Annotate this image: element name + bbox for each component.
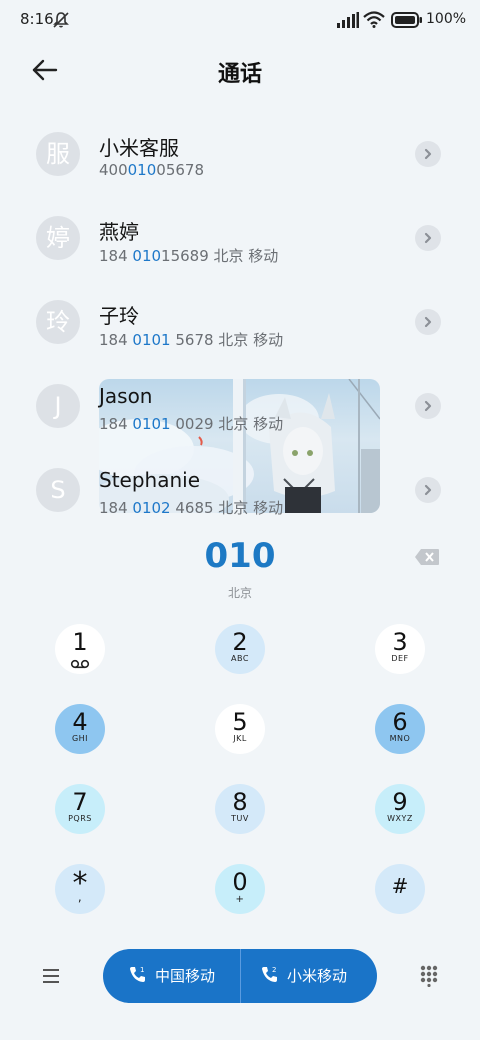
svg-text:2: 2 — [272, 966, 276, 974]
contact-detail-button[interactable] — [415, 225, 441, 251]
status-time: 8:16 — [20, 10, 54, 28]
call-button-group: 1 中国移动 2 小米移动 — [103, 949, 377, 1003]
avatar: S — [36, 468, 80, 512]
key-3[interactable]: 3 DEF — [375, 624, 425, 674]
contact-number: 184 0102 4685 北京 移动 — [99, 499, 284, 517]
avatar: 婷 — [36, 216, 80, 260]
battery-percent: 100% — [426, 11, 467, 27]
voicemail-icon — [70, 659, 90, 669]
avatar: J — [36, 384, 80, 428]
contact-detail-button[interactable] — [415, 141, 441, 167]
contact-name[interactable]: Jason — [99, 384, 153, 408]
battery-icon — [391, 12, 423, 32]
back-button[interactable] — [30, 56, 60, 84]
contact-detail-button[interactable] — [415, 393, 441, 419]
contact-name[interactable]: 燕婷 — [99, 216, 139, 245]
page-title: 通话 — [217, 62, 262, 87]
chevron-right-icon — [424, 484, 432, 496]
contact-number: 184 0101 0029 北京 移动 — [99, 415, 284, 433]
dialpad-toggle-button[interactable] — [419, 965, 439, 991]
phone-sim1-icon: 1 — [130, 966, 145, 982]
key-2[interactable]: 2 ABC — [215, 624, 265, 674]
menu-button[interactable] — [41, 967, 61, 989]
backspace-icon — [415, 549, 439, 565]
contact-name[interactable]: 子玲 — [99, 300, 139, 329]
avatar: 玲 — [36, 300, 80, 344]
contact-number: 40001005678 — [99, 161, 204, 179]
chevron-right-icon — [424, 148, 432, 160]
key-8[interactable]: 8 TUV — [215, 784, 265, 834]
avatar: 服 — [36, 132, 80, 176]
key-7[interactable]: 7 PQRS — [55, 784, 105, 834]
contact-detail-button[interactable] — [415, 477, 441, 503]
key-star[interactable]: *, — [55, 864, 105, 914]
call-sim1-label: 中国移动 — [155, 967, 216, 985]
contact-number: 184 01015689 北京 移动 — [99, 247, 279, 265]
contact-detail-button[interactable] — [415, 309, 441, 335]
key-1[interactable]: 1 — [55, 624, 105, 674]
number-location: 北京 — [227, 586, 252, 600]
call-sim2-button[interactable]: 2 小米移动 — [241, 949, 377, 1003]
chevron-right-icon — [424, 400, 432, 412]
menu-icon — [43, 969, 59, 983]
call-sim1-button[interactable]: 1 中国移动 — [103, 949, 240, 1003]
key-6[interactable]: 6 MNO — [375, 704, 425, 754]
key-9[interactable]: 9 WXYZ — [375, 784, 425, 834]
chevron-right-icon — [424, 316, 432, 328]
back-arrow-icon — [32, 59, 58, 81]
contact-name[interactable]: Stephanie — [99, 468, 200, 492]
key-5[interactable]: 5 JKL — [215, 704, 265, 754]
contact-number: 184 0101 5678 北京 移动 — [99, 331, 284, 349]
phone-sim2-icon: 2 — [262, 966, 277, 982]
key-hash[interactable]: # — [375, 864, 425, 914]
dialed-number: 010 — [204, 536, 276, 576]
svg-text:1: 1 — [140, 966, 144, 974]
call-sim2-label: 小米移动 — [287, 967, 348, 985]
status-bar: 8:16 100% — [0, 0, 480, 40]
backspace-button[interactable] — [414, 548, 440, 570]
cellular-signal-icon — [337, 12, 359, 32]
chevron-right-icon — [424, 232, 432, 244]
mute-bell-icon — [52, 11, 70, 33]
dialpad-icon — [420, 965, 438, 988]
key-4[interactable]: 4 GHI — [55, 704, 105, 754]
wifi-icon — [363, 11, 385, 32]
key-0[interactable]: 0 + — [215, 864, 265, 914]
contact-name[interactable]: 小米客服 — [99, 132, 179, 161]
